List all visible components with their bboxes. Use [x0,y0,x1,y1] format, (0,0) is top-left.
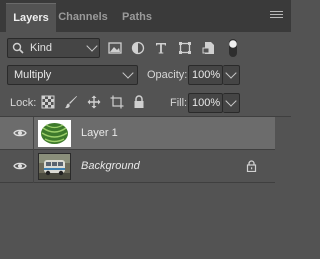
lock-artboard-icon[interactable] [110,95,124,109]
fill-label: Fill: [170,97,188,109]
blend-mode-value: Multiply [14,69,52,81]
layer-name[interactable]: Background [81,160,140,172]
lock-position-icon[interactable] [87,95,101,109]
tab-paths[interactable]: Paths [114,3,160,32]
visibility-eye-icon[interactable] [13,161,27,171]
visibility-eye-icon[interactable] [13,128,27,138]
opacity-slider-button[interactable] [223,65,240,85]
layer-name[interactable]: Layer 1 [81,127,118,139]
layer-row-background[interactable]: Background [0,150,275,183]
filter-kind-label: Kind [30,42,53,54]
visibility-column-divider [33,117,34,150]
fill-input[interactable]: 100% [188,93,223,113]
chevron-down-icon [225,67,237,79]
panel-menu-icon[interactable] [270,11,283,20]
tab-channels[interactable]: Channels [58,3,108,32]
blend-mode-dropdown[interactable]: Multiply [7,65,138,85]
visibility-column-divider [33,150,34,183]
tab-layers[interactable]: Layers [6,3,56,32]
panel-tab-bar: Layers Channels Paths [0,0,291,32]
chevron-down-icon [86,40,98,52]
layer-thumbnail[interactable] [38,120,71,147]
filter-toggle-icon[interactable] [228,38,238,58]
image-filter-icon[interactable] [108,41,122,55]
filter-kind-dropdown[interactable]: Kind [7,38,100,58]
fill-slider-button[interactable] [223,93,240,113]
chevron-down-icon [122,67,134,79]
opacity-label: Opacity: [147,69,188,81]
lock-all-icon[interactable] [132,95,146,109]
layers-scrollbar[interactable] [276,117,291,259]
layer-row-layer-1[interactable]: Layer 1 [0,117,275,150]
lock-transparent-pixels-icon[interactable] [41,95,55,109]
layer-lock-icon[interactable] [246,160,257,172]
shape-filter-icon[interactable] [178,41,192,55]
type-filter-icon[interactable] [154,41,168,55]
chevron-down-icon [225,95,237,107]
adjustment-filter-icon[interactable] [131,41,145,55]
smart-object-filter-icon[interactable] [202,41,216,55]
lock-label: Lock: [10,97,37,109]
lock-image-pixels-icon[interactable] [64,95,78,109]
search-icon [12,42,24,54]
fill-value: 100% [192,97,221,109]
opacity-value: 100% [192,69,221,81]
opacity-input[interactable]: 100% [188,65,223,85]
layer-thumbnail[interactable] [38,153,71,180]
